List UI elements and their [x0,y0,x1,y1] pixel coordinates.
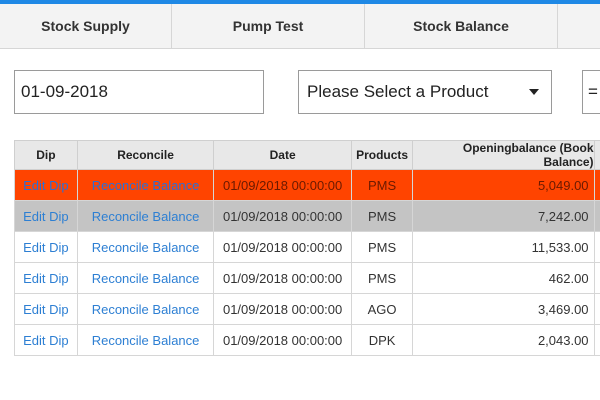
table-row[interactable]: Edit Dip Reconcile Balance 01/09/2018 00… [14,324,600,356]
row-more [593,169,600,201]
row-date: 01/09/2018 00:00:00 [213,200,352,232]
date-input[interactable] [14,70,264,114]
table-header-row: Dip Reconcile Date Products Openingbalan… [14,140,600,170]
row-more [593,231,600,263]
header-date[interactable]: Date [213,140,352,170]
edit-dip-link[interactable]: Edit Dip [14,324,78,356]
tab-stock-balance[interactable]: Stock Balance [365,4,558,48]
reconcile-balance-link[interactable]: Reconcile Balance [76,169,215,201]
extra-select-label: = [588,82,598,101]
row-date: 01/09/2018 00:00:00 [213,262,352,294]
tab-bar: Stock Supply Pump Test Stock Balance [0,4,600,49]
reconcile-balance-link[interactable]: Reconcile Balance [76,262,215,294]
edit-dip-link[interactable]: Edit Dip [14,200,78,232]
row-date: 01/09/2018 00:00:00 [213,324,352,356]
header-more [593,140,600,170]
edit-dip-link[interactable]: Edit Dip [14,169,78,201]
reconcile-balance-link[interactable]: Reconcile Balance [76,293,215,325]
tab-stock-supply[interactable]: Stock Supply [0,4,172,48]
table-row[interactable]: Edit Dip Reconcile Balance 01/09/2018 00… [14,169,600,201]
row-product: PMS [350,262,414,294]
stock-balance-table: Dip Reconcile Date Products Openingbalan… [14,140,600,356]
header-reconcile[interactable]: Reconcile [76,140,215,170]
header-dip[interactable]: Dip [14,140,78,170]
table-row[interactable]: Edit Dip Reconcile Balance 01/09/2018 00… [14,231,600,263]
table-row[interactable]: Edit Dip Reconcile Balance 01/09/2018 00… [14,293,600,325]
reconcile-balance-link[interactable]: Reconcile Balance [76,324,215,356]
row-product: PMS [350,169,414,201]
row-opening-balance: 462.00 [412,262,595,294]
header-products[interactable]: Products [350,140,414,170]
row-more [593,293,600,325]
row-more [593,324,600,356]
row-product: AGO [350,293,414,325]
table-row[interactable]: Edit Dip Reconcile Balance 01/09/2018 00… [14,200,600,232]
tab-more[interactable] [558,4,600,48]
header-opening-balance[interactable]: Openingbalance (Book Balance) [412,140,595,170]
row-more [593,200,600,232]
row-opening-balance: 3,469.00 [412,293,595,325]
chevron-down-icon [529,89,539,95]
row-date: 01/09/2018 00:00:00 [213,293,352,325]
table-row[interactable]: Edit Dip Reconcile Balance 01/09/2018 00… [14,262,600,294]
row-opening-balance: 5,049.00 [412,169,595,201]
row-opening-balance: 11,533.00 [412,231,595,263]
reconcile-balance-link[interactable]: Reconcile Balance [76,231,215,263]
row-opening-balance: 2,043.00 [412,324,595,356]
row-product: PMS [350,231,414,263]
row-more [593,262,600,294]
row-product: DPK [350,324,414,356]
row-date: 01/09/2018 00:00:00 [213,231,352,263]
edit-dip-link[interactable]: Edit Dip [14,293,78,325]
extra-select[interactable]: = [582,70,600,114]
product-select[interactable]: Please Select a Product [298,70,552,114]
row-product: PMS [350,200,414,232]
edit-dip-link[interactable]: Edit Dip [14,231,78,263]
edit-dip-link[interactable]: Edit Dip [14,262,78,294]
row-date: 01/09/2018 00:00:00 [213,169,352,201]
product-select-label: Please Select a Product [307,82,489,101]
tab-pump-test[interactable]: Pump Test [172,4,365,48]
row-opening-balance: 7,242.00 [412,200,595,232]
reconcile-balance-link[interactable]: Reconcile Balance [76,200,215,232]
